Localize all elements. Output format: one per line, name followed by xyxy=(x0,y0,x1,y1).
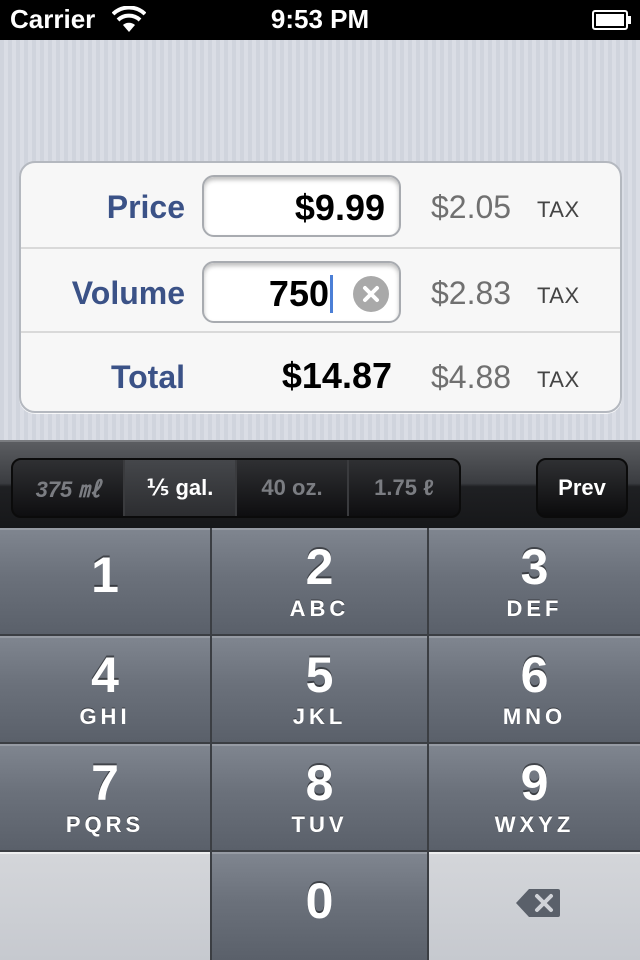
total-value: $14.87 xyxy=(281,355,392,396)
volume-label: Volume xyxy=(71,275,185,311)
key-3[interactable]: 3 DEF xyxy=(429,528,640,636)
volume-value: 750 xyxy=(268,273,329,314)
key-letters: DEF xyxy=(506,596,563,621)
volume-tax-label: TAX xyxy=(537,283,580,308)
status-time: 9:53 PM xyxy=(270,4,370,34)
battery-icon xyxy=(592,10,632,30)
key-letters: MNO xyxy=(502,704,567,729)
clear-icon[interactable] xyxy=(353,276,389,312)
status-bar: Carrier 9:53 PM xyxy=(0,0,640,40)
price-input[interactable]: $9.99 xyxy=(202,175,401,237)
key-digit: 5 xyxy=(305,647,334,703)
key-digit: 0 xyxy=(305,873,334,929)
key-1[interactable]: 1 xyxy=(0,528,212,636)
key-letters: GHI xyxy=(79,704,131,729)
price-tax-label: TAX xyxy=(537,197,580,222)
volume-row: Volume 750 $2.83 TAX xyxy=(21,247,620,331)
price-row: Price $9.99 $2.05 TAX xyxy=(21,163,620,247)
key-6[interactable]: 6 MNO xyxy=(429,636,640,744)
key-4[interactable]: 4 GHI xyxy=(0,636,212,744)
segment-fifth-gallon[interactable]: ⅕ gal. xyxy=(125,460,237,516)
key-digit: 1 xyxy=(91,547,119,603)
volume-preset-control: 375 ㎖ ⅕ gal. 40 oz. 1.75 ℓ xyxy=(11,458,461,518)
total-row: Total $14.87 $4.88 TAX xyxy=(21,331,620,411)
volume-tax-amount: $2.83 xyxy=(431,275,512,311)
key-blank xyxy=(0,852,212,960)
key-digit: 4 xyxy=(91,647,119,703)
total-tax-label: TAX xyxy=(537,367,580,392)
total-tax-amount: $4.88 xyxy=(431,359,512,395)
key-digit: 8 xyxy=(305,755,334,811)
number-keypad: 1 2 ABC 3 DEF 4 GHI 5 JKL 6 MNO 7 PQRS 8… xyxy=(0,528,640,960)
volume-input[interactable]: 750 xyxy=(202,261,401,323)
calculator-card: Price $9.99 $2.05 TAX Volume 750 $2.83 T… xyxy=(19,161,622,413)
key-2[interactable]: 2 ABC xyxy=(212,528,429,636)
key-0[interactable]: 0 xyxy=(212,852,429,960)
input-accessory-toolbar: 375 ㎖ ⅕ gal. 40 oz. 1.75 ℓ Prev xyxy=(0,440,640,528)
backspace-icon xyxy=(516,889,560,917)
key-letters: TUV xyxy=(291,812,348,837)
key-digit: 9 xyxy=(520,755,549,811)
key-7[interactable]: 7 PQRS xyxy=(0,744,212,852)
delete-key[interactable] xyxy=(429,852,640,960)
key-digit: 7 xyxy=(91,755,119,811)
key-9[interactable]: 9 WXYZ xyxy=(429,744,640,852)
text-cursor xyxy=(330,275,333,313)
key-letters: PQRS xyxy=(65,812,145,837)
segment-40oz[interactable]: 40 oz. xyxy=(237,460,349,516)
total-label: Total xyxy=(110,359,185,395)
prev-button[interactable]: Prev xyxy=(536,458,628,518)
key-digit: 6 xyxy=(520,647,549,703)
key-digit: 2 xyxy=(305,539,334,595)
price-tax-amount: $2.05 xyxy=(431,189,512,225)
key-digit: 3 xyxy=(520,539,549,595)
segment-1-75l[interactable]: 1.75 ℓ xyxy=(349,460,459,516)
key-letters: WXYZ xyxy=(494,812,575,837)
segment-375ml[interactable]: 375 ㎖ xyxy=(13,460,125,516)
price-value: $9.99 xyxy=(294,187,385,228)
key-letters: JKL xyxy=(292,704,347,729)
price-label: Price xyxy=(106,189,185,225)
key-5[interactable]: 5 JKL xyxy=(212,636,429,744)
main-area: Price $9.99 $2.05 TAX Volume 750 $2.83 T… xyxy=(0,40,640,440)
key-8[interactable]: 8 TUV xyxy=(212,744,429,852)
key-letters: ABC xyxy=(289,596,350,621)
